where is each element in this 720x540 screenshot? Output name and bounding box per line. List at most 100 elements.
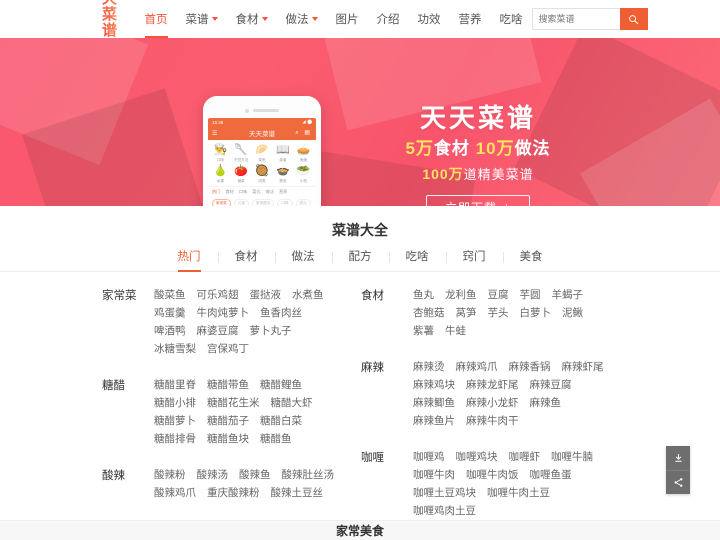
nav-item-2[interactable]: 食材 [227,0,277,38]
nav-item-0[interactable]: 首页 [136,0,177,38]
download-button[interactable] [666,446,690,470]
nav-item-1[interactable]: 菜谱 [177,0,227,38]
share-button[interactable] [666,470,690,494]
recipe-link[interactable]: 紫薯 [413,322,434,340]
recipe-link[interactable]: 咖喱牛肉饭 [466,466,519,484]
recipe-link[interactable]: 酸辣土豆丝 [271,484,324,502]
phone-tab: 营养 [278,189,288,194]
nav-item-7[interactable]: 营养 [450,0,491,38]
nav-item-4[interactable]: 图片 [327,0,368,38]
recipe-link[interactable]: 酸辣汤 [197,466,229,484]
recipe-link[interactable]: 羊蝎子 [552,286,584,304]
phone-category-cell: 🍐 水果 [210,165,231,184]
recipe-link[interactable]: 芋头 [488,304,509,322]
recipe-link[interactable]: 糖醋小排 [154,394,196,412]
recipe-link[interactable]: 酸辣肚丝汤 [282,466,335,484]
recipe-link[interactable]: 啤酒鸭 [154,322,186,340]
recipe-link[interactable]: 豆腐 [488,286,509,304]
tab-6[interactable]: 美食 [502,250,560,271]
tab-3[interactable]: 配方 [331,250,389,271]
recipe-link[interactable]: 糖醋带鱼 [207,376,249,394]
nav-item-label: 吃啥 [499,14,523,26]
recipe-link[interactable]: 咖喱牛腩 [551,448,593,466]
recipe-link[interactable]: 糖醋白菜 [260,412,302,430]
recipe-link[interactable]: 麻辣鱼片 [413,412,455,430]
nav-item-6[interactable]: 功效 [409,0,450,38]
chevron-down-icon [211,17,218,21]
nav-item-8[interactable]: 吃啥 [491,0,532,38]
recipe-link[interactable]: 糖醋茄子 [207,412,249,430]
category-tabs: 热门 食材 做法 配方 吃啥 窍门 美食 [0,250,720,272]
recipe-link[interactable]: 酸辣鸡爪 [154,484,196,502]
phone-chip: 川菜 [233,199,249,206]
recipe-link[interactable]: 麻辣烫 [413,358,445,376]
recipe-link[interactable]: 咖喱土豆鸡块 [413,484,476,502]
search-box [531,7,648,31]
recipe-link[interactable]: 糖醋鲤鱼 [260,376,302,394]
recipe-link[interactable]: 糖醋里脊 [154,376,196,394]
recipe-link[interactable]: 麻辣鸡块 [413,376,455,394]
recipe-link[interactable]: 咖喱鱼蛋 [530,466,572,484]
phone-menu-icon: ☰ [212,130,218,137]
recipe-link[interactable]: 萝卜丸子 [250,322,292,340]
recipe-link[interactable]: 牛蛙 [445,322,466,340]
recipe-link[interactable]: 白萝卜 [520,304,552,322]
phone-category-cell: 🥄 烹饪方法 [231,144,252,163]
tab-5[interactable]: 窍门 [445,250,503,271]
recipe-link[interactable]: 鱼丸 [413,286,434,304]
recipe-group: 咖喱 咖喱鸡 咖喱鸡块 咖喱虾 咖喱牛腩 咖喱牛肉 咖喱牛肉饭 咖喱鱼蛋 咖喱土豆鸡块 咖喱牛肉土… [361,448,620,520]
recipe-link[interactable]: 鸡蛋羹 [154,304,186,322]
tab-1[interactable]: 食材 [217,250,275,271]
tab-0[interactable]: 热门 [161,250,218,272]
recipe-link[interactable]: 宫保鸡丁 [207,340,249,358]
recipe-link[interactable]: 重庆酸辣粉 [207,484,260,502]
tab-4[interactable]: 吃啥 [388,250,446,271]
recipe-link[interactable]: 糖醋排骨 [154,430,196,448]
recipe-link[interactable]: 糖醋萝卜 [154,412,196,430]
recipe-link[interactable]: 蛋挞液 [250,286,282,304]
recipe-link[interactable]: 糖醋大虾 [271,394,313,412]
nav-item-3[interactable]: 做法 [277,0,327,38]
recipe-link[interactable]: 麻辣小龙虾 [466,394,519,412]
recipe-link[interactable]: 可乐鸡翅 [197,286,239,304]
recipe-link[interactable]: 糖醋花生米 [207,394,260,412]
download-now-button[interactable]: 立即下载 [426,195,530,206]
recipe-link[interactable]: 龙利鱼 [445,286,477,304]
tab-2[interactable]: 做法 [274,250,332,271]
recipe-link[interactable]: 咖喱牛肉土豆 [487,484,550,502]
nav-item-5[interactable]: 介绍 [368,0,409,38]
recipe-link[interactable]: 水煮鱼 [292,286,324,304]
recipe-link[interactable]: 咖喱虾 [509,448,541,466]
recipe-link[interactable]: 麻辣龙虾尾 [466,376,519,394]
recipe-link[interactable]: 牛肉炖萝卜 [197,304,250,322]
recipe-link[interactable]: 鱼香肉丝 [260,304,302,322]
search-input[interactable] [531,8,620,30]
recipe-link[interactable]: 糖醋鱼 [260,430,292,448]
recipe-link[interactable]: 酸辣粉 [154,466,186,484]
recipe-link[interactable]: 莴笋 [456,304,477,322]
recipe-link-list: 酸菜鱼 可乐鸡翅 蛋挞液 水煮鱼鸡蛋羹 牛肉炖萝卜 鱼香肉丝啤酒鸭 麻婆豆腐 萝卜丸子冰糖雪梨… [154,286,347,358]
recipe-link[interactable]: 泥鳅 [562,304,583,322]
recipe-link[interactable]: 麻辣豆腐 [530,376,572,394]
recipe-link[interactable]: 杏鲍菇 [413,304,445,322]
recipe-link[interactable]: 麻辣虾尾 [562,358,604,376]
recipe-group-label: 麻辣 [361,362,384,374]
recipe-link[interactable]: 麻辣鸡爪 [456,358,498,376]
recipe-link[interactable]: 麻婆豆腐 [197,322,239,340]
recipe-link[interactable]: 冰糖雪梨 [154,340,196,358]
recipe-link[interactable]: 咖喱鸡肉土豆 [413,502,476,520]
recipe-link[interactable]: 芋圆 [520,286,541,304]
recipe-link[interactable]: 麻辣鲫鱼 [413,394,455,412]
recipe-link[interactable]: 麻辣香锅 [509,358,551,376]
recipe-link[interactable]: 咖喱鸡块 [456,448,498,466]
phone-category-icon: 🍐 [213,165,228,177]
recipe-link[interactable]: 咖喱牛肉 [413,466,455,484]
recipe-link[interactable]: 酸辣鱼 [239,466,271,484]
phone-chip: 甜点 [295,199,311,206]
recipe-link[interactable]: 咖喱鸡 [413,448,445,466]
recipe-link[interactable]: 酸菜鱼 [154,286,186,304]
recipe-link[interactable]: 糖醋鱼块 [207,430,249,448]
recipe-link[interactable]: 麻辣牛肉干 [466,412,519,430]
search-button[interactable] [619,8,648,30]
recipe-link[interactable]: 麻辣鱼 [530,394,562,412]
